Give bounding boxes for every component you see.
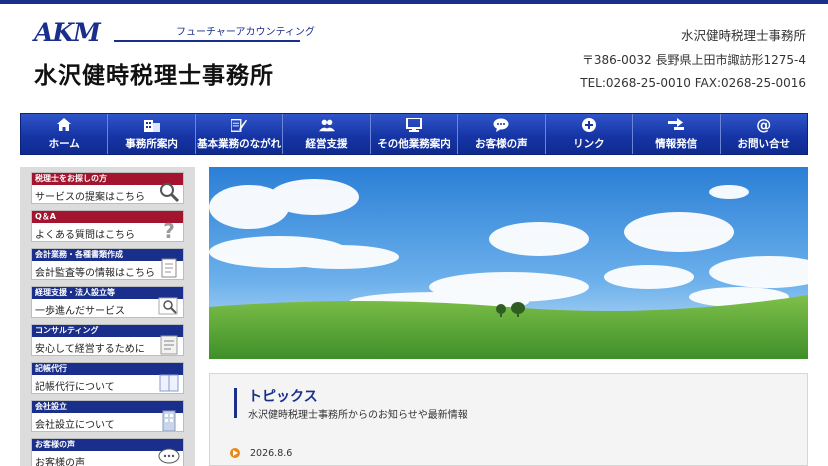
hero-image-field-landscape [209,167,808,359]
edit-icon [231,118,248,132]
nav-item-management-support[interactable]: 経営支援 [282,114,369,154]
header-phone: TEL:0268-25-0010 FAX:0268-25-0016 [580,76,806,90]
nav-label: 基本業務のながれ [197,137,282,150]
nav-item-news[interactable]: 情報発信 [632,114,719,154]
sidebar-banner-bookkeeping-agency[interactable]: 記帳代行 記帳代行について [31,362,184,394]
sidebar-banner-consulting[interactable]: コンサルティング 安心して経営するために [31,324,184,356]
nav-label: その他業務案内 [377,137,451,150]
office-name: 水沢健時税理士事務所 [34,63,274,89]
sidebar: 税理士をお探しの方 サービスの提案はこちら Q＆A よくある質問はこちら ? 会… [20,167,195,466]
top-accent-bar [0,0,828,4]
speech-bubble-icon [158,447,180,466]
nav-item-other-services[interactable]: その他業務案内 [369,114,457,154]
nav-item-testimonials[interactable]: お客様の声 [457,114,544,154]
main-nav: ホーム 事務所案内 基本業務のながれ 経営支援 その他業務案内 お客様の声 リン… [20,113,808,155]
header-address: 〒386-0032 長野県上田市諏訪形1275-4 [581,53,806,67]
ledger-icon [158,371,180,393]
building-icon [143,118,160,132]
logo-rule [114,40,300,42]
clipboard-icon [158,333,180,355]
sidebar-banner-bookkeeping-support[interactable]: 経理支援・法人設立等 一歩進んだサービス [31,286,184,318]
nav-label: 経営支援 [305,137,348,150]
chat-icon [493,118,509,132]
nav-label: お客様の声 [475,137,528,150]
topics-accent-bar [234,388,237,418]
magnifier-icon [158,295,180,317]
nav-item-links[interactable]: リンク [544,114,632,154]
logo-mark: AKM [34,18,101,47]
arrow-bullet-icon [230,448,240,458]
share-icon [668,117,685,132]
nav-label: 事務所案内 [125,137,178,150]
plus-circle-icon [581,117,597,132]
nav-item-workflow[interactable]: 基本業務のながれ [194,114,282,154]
nav-item-contact[interactable]: @ お問い合せ [719,114,807,154]
news-item-date[interactable]: 2026.8.6 [250,448,292,459]
sidebar-banner-testimonials[interactable]: お客様の声 お客様の声 [31,438,184,466]
at-icon: @ [756,115,772,134]
sidebar-banner-faq[interactable]: Q＆A よくある質問はこちら ? [31,210,184,243]
question-icon: ? [163,219,175,243]
sidebar-banner-service-proposal[interactable]: 税理士をお探しの方 サービスの提案はこちら [31,172,184,204]
office-building-icon [158,409,180,432]
home-icon [56,118,72,132]
logo-kana: フューチャーアカウンティング [176,27,315,38]
topics-section: トピックス 水沢健時税理士事務所からのお知らせや最新情報 2026.8.6 [209,373,808,466]
site-logo[interactable]: AKM フューチャーアカウンティング 水沢健時税理士事務所 [34,18,315,90]
sidebar-banner-company-formation[interactable]: 会社設立 会社設立について [31,400,184,432]
document-icon [158,257,180,279]
nav-label: リンク [573,137,605,150]
nav-label: お問い合せ [737,137,790,150]
nav-label: ホーム [48,137,80,150]
nav-item-office[interactable]: 事務所案内 [107,114,194,154]
nav-label: 情報発信 [655,137,698,150]
nav-item-home[interactable]: ホーム [21,114,107,154]
magnifier-icon [158,181,180,203]
users-icon [318,118,335,132]
sidebar-banner-accounting[interactable]: 会計業務・各種書類作成 会計監査等の情報はこちら [31,248,184,280]
topics-title: トピックス [248,389,318,405]
monitor-icon [405,117,422,132]
header-office-name: 水沢健時税理士事務所 [680,28,806,43]
topics-subtitle: 水沢健時税理士事務所からのお知らせや最新情報 [248,410,468,421]
